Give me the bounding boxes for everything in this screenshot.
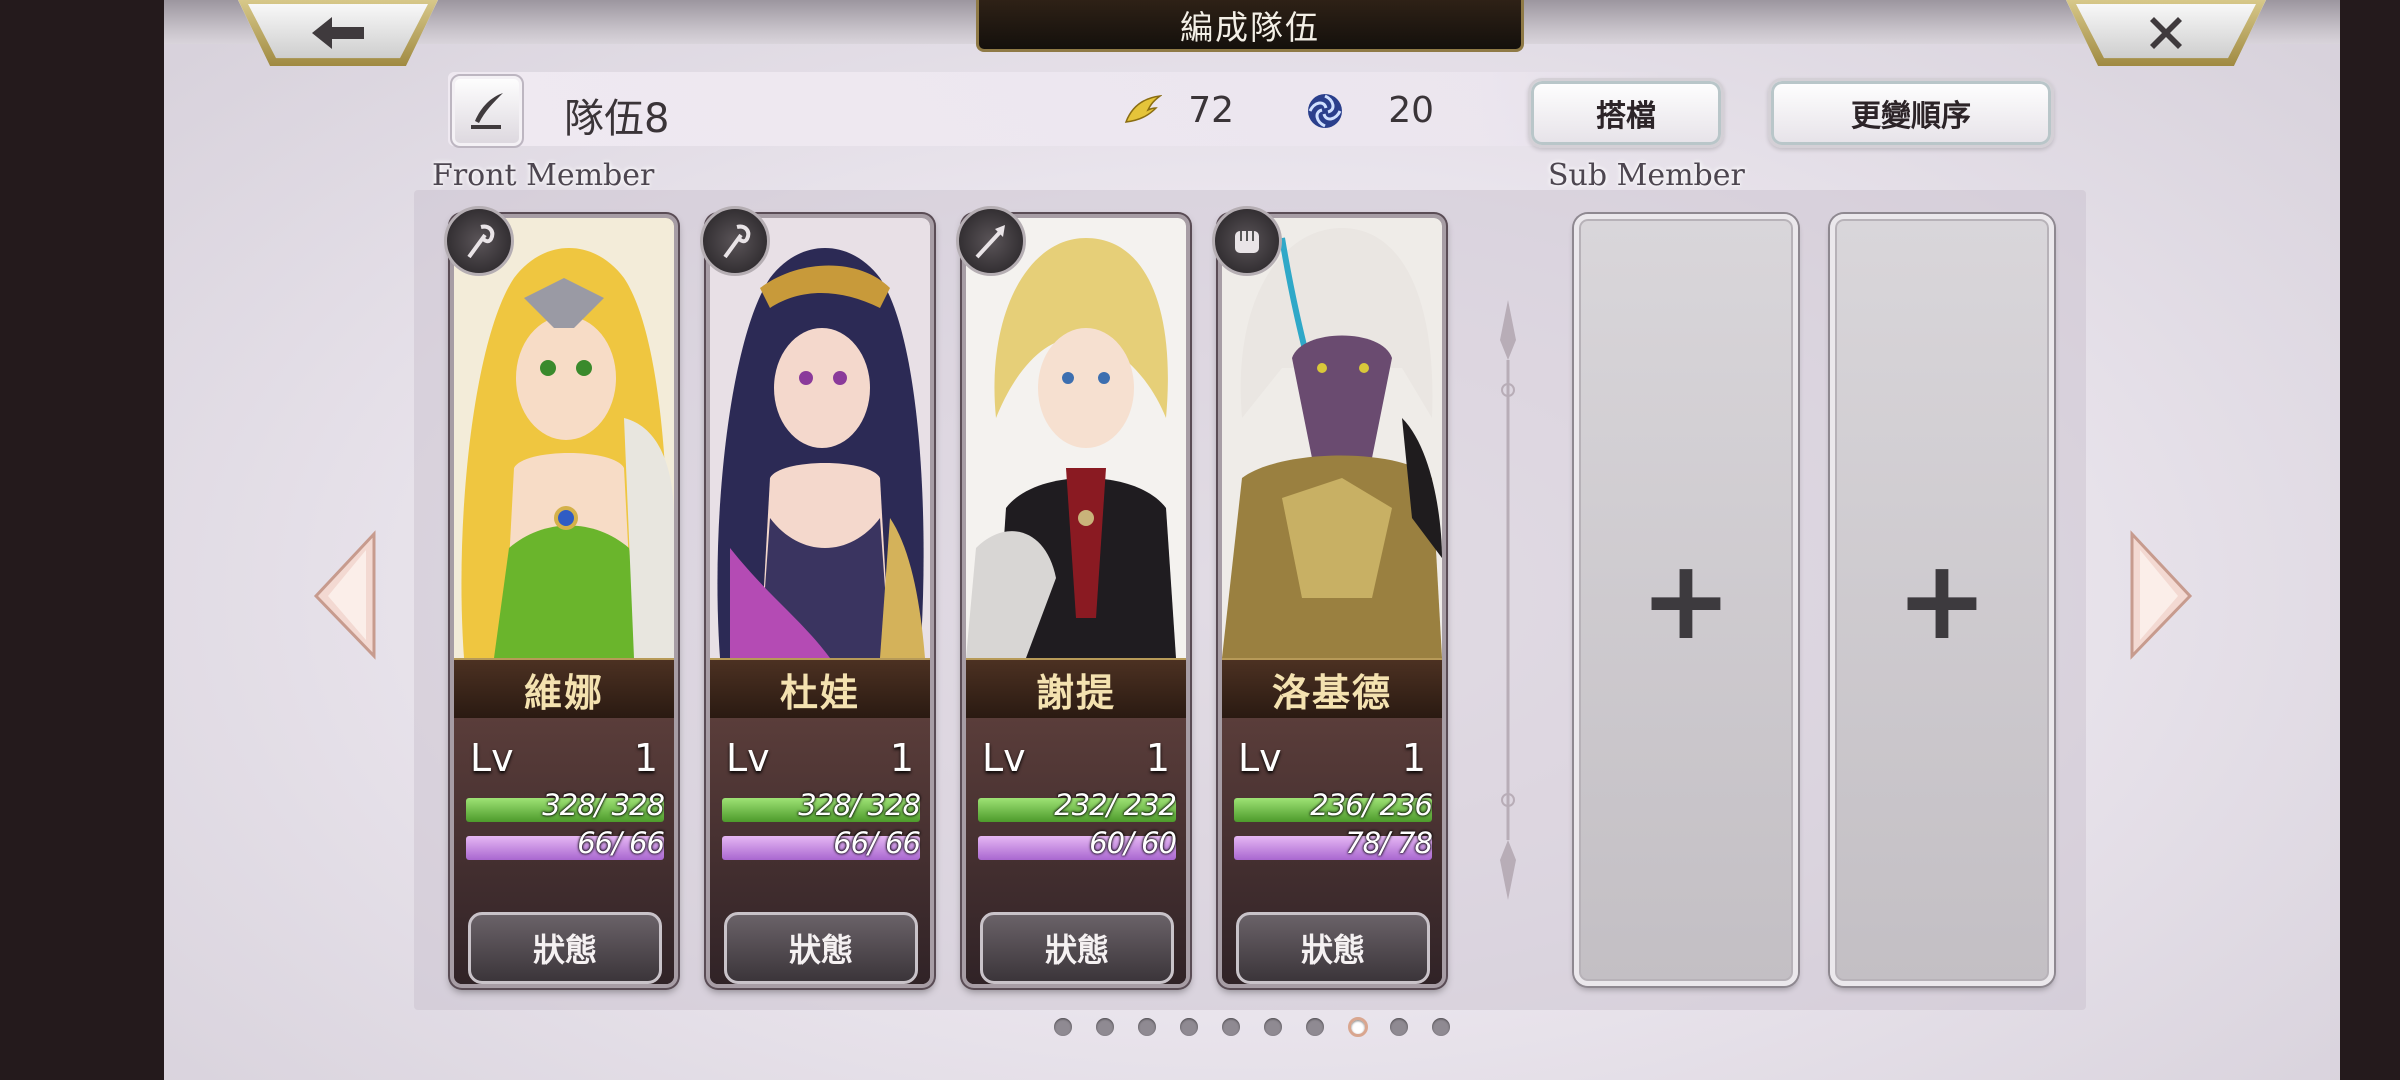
back-arrow-icon <box>312 17 364 49</box>
close-icon <box>2150 17 2182 49</box>
page-dot[interactable] <box>1432 1018 1450 1036</box>
character-name: 維娜 <box>454 658 674 720</box>
hp-text: 328/ 328 <box>798 788 921 822</box>
level-label: Lv <box>982 736 1026 780</box>
character-name: 謝提 <box>966 658 1186 720</box>
mp-text: 66/ 66 <box>833 826 921 860</box>
wing-icon <box>1124 94 1162 123</box>
hp-text: 236/ 236 <box>1310 788 1433 822</box>
member-card[interactable]: 謝提 Lv 1 232/ 232 60/ 60 狀態 <box>962 214 1190 988</box>
character-stats: Lv 1 236/ 236 78/ 78 狀態 <box>1222 718 1442 984</box>
mp-text: 60/ 60 <box>1089 826 1177 860</box>
page-dot[interactable] <box>1390 1018 1408 1036</box>
plus-icon: + <box>1639 536 1733 664</box>
character-stats: Lv 1 232/ 232 60/ 60 狀態 <box>966 718 1186 984</box>
quill-icon <box>471 93 503 129</box>
member-card[interactable]: 杜娃 Lv 1 328/ 328 66/ 66 狀態 <box>706 214 934 988</box>
sub-member-slot[interactable]: + <box>1574 214 1798 986</box>
page-dot[interactable] <box>1180 1018 1198 1036</box>
page-title: 編成隊伍 <box>976 0 1524 52</box>
hp-text: 328/ 328 <box>542 788 665 822</box>
page-dot[interactable] <box>1138 1018 1156 1036</box>
mp-text: 78/ 78 <box>1345 826 1433 860</box>
mp-text: 66/ 66 <box>577 826 665 860</box>
front-member-label: Front Member <box>432 158 655 193</box>
character-name: 杜娃 <box>710 658 930 720</box>
hp-text: 232/ 232 <box>1054 788 1177 822</box>
swirl-icon <box>1308 94 1342 128</box>
prev-page-arrow-icon[interactable] <box>310 530 380 660</box>
close-button[interactable] <box>2066 0 2266 66</box>
status-button[interactable]: 狀態 <box>980 912 1174 984</box>
character-portrait <box>966 218 1186 658</box>
sub-member-slot[interactable]: + <box>1830 214 2054 986</box>
level-value: 1 <box>633 736 658 780</box>
status-button[interactable]: 狀態 <box>724 912 918 984</box>
level-label: Lv <box>726 736 770 780</box>
level-value: 1 <box>1145 736 1170 780</box>
sub-member-label: Sub Member <box>1548 158 1745 193</box>
character-stats: Lv 1 328/ 328 66/ 66 狀態 <box>710 718 930 984</box>
team-editor-screen: 編成隊伍 隊伍8 72 20 搭檔 更變順序 Front Member Sub … <box>164 0 2340 1080</box>
page-dot[interactable] <box>1222 1018 1240 1036</box>
page-dot[interactable] <box>1054 1018 1072 1036</box>
reorder-button[interactable]: 更變順序 <box>1768 78 2054 148</box>
status-button[interactable]: 狀態 <box>468 912 662 984</box>
back-button[interactable] <box>238 0 438 66</box>
level-value: 1 <box>889 736 914 780</box>
level-label: Lv <box>470 736 514 780</box>
character-name: 洛基德 <box>1222 658 1442 720</box>
level-label: Lv <box>1238 736 1282 780</box>
team-name: 隊伍8 <box>564 96 670 142</box>
staff-icon <box>700 206 770 276</box>
page-dot[interactable] <box>1264 1018 1282 1036</box>
staff-icon <box>444 206 514 276</box>
fist-icon <box>1212 206 1282 276</box>
character-portrait <box>1222 218 1442 658</box>
plus-icon: + <box>1895 536 1989 664</box>
wing-count: 72 <box>1188 90 1234 131</box>
partner-button[interactable]: 搭檔 <box>1528 78 1724 148</box>
member-card[interactable]: 洛基德 Lv 1 236/ 236 78/ 78 狀態 <box>1218 214 1446 988</box>
next-page-arrow-icon[interactable] <box>2126 530 2196 660</box>
page-dot-active[interactable] <box>1348 1017 1368 1037</box>
status-button[interactable]: 狀態 <box>1236 912 1430 984</box>
character-portrait <box>454 218 674 658</box>
swirl-count: 20 <box>1388 90 1434 131</box>
section-divider <box>1500 300 1516 900</box>
page-dot[interactable] <box>1306 1018 1324 1036</box>
spear-icon <box>956 206 1026 276</box>
page-dot[interactable] <box>1096 1018 1114 1036</box>
rename-team-button[interactable] <box>450 74 524 148</box>
member-card[interactable]: 維娜 Lv 1 328/ 328 66/ 66 狀態 <box>450 214 678 988</box>
character-stats: Lv 1 328/ 328 66/ 66 狀態 <box>454 718 674 984</box>
level-value: 1 <box>1401 736 1426 780</box>
character-portrait <box>710 218 930 658</box>
